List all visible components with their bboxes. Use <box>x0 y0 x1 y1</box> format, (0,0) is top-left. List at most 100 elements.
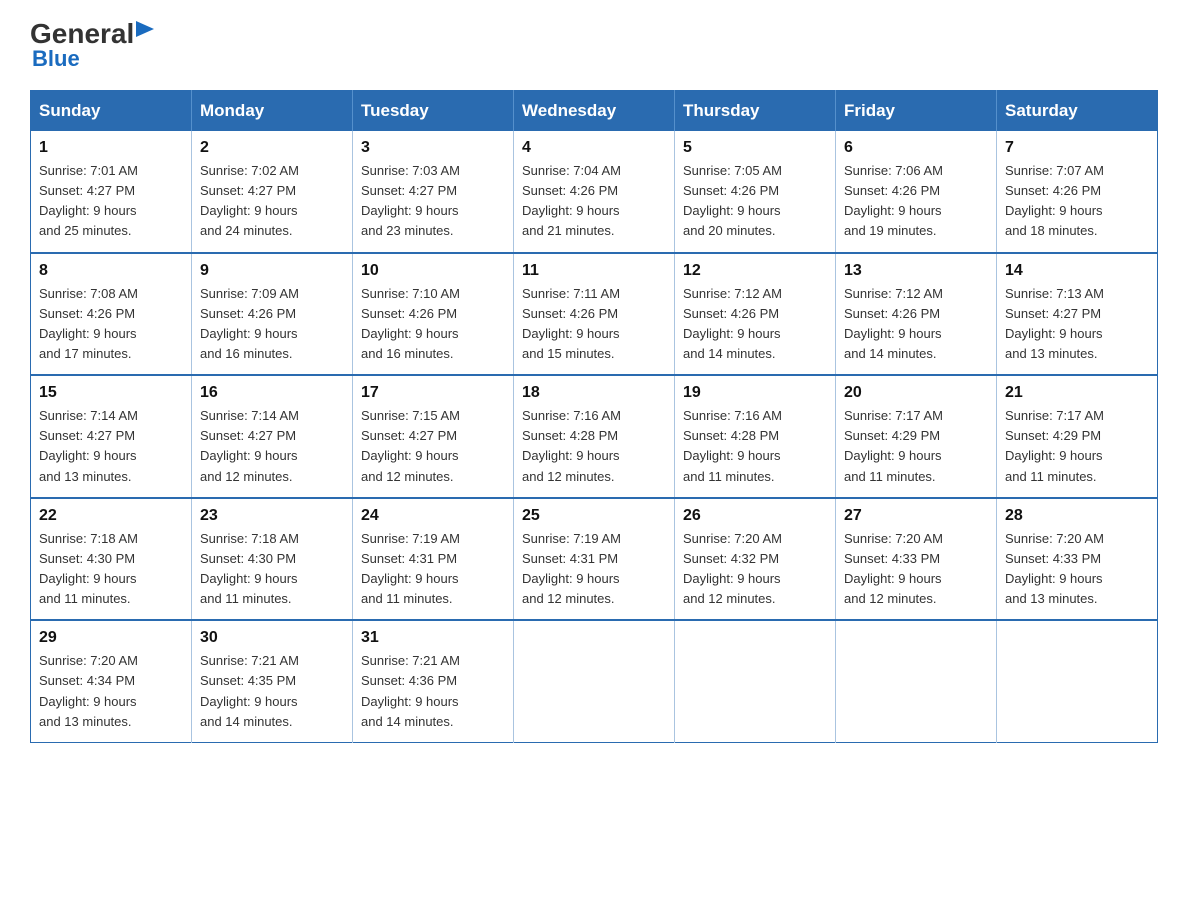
table-row: 19 Sunrise: 7:16 AM Sunset: 4:28 PM Dayli… <box>675 375 836 498</box>
table-row: 9Sunrise: 7:09 AM Sunset: 4:26 PM Daylig… <box>192 253 353 376</box>
day-number: 29 <box>39 629 183 647</box>
day-number: 9 <box>200 262 344 280</box>
day-info: Sunrise: 7:17 AM Sunset: 4:29 PM Dayligh… <box>1005 406 1149 487</box>
day-info: Sunrise: 7:19 AM Sunset: 4:31 PM Dayligh… <box>361 529 505 610</box>
day-info: Sunrise: 7:20 AM Sunset: 4:33 PM Dayligh… <box>1005 529 1149 610</box>
col-tuesday: Tuesday <box>353 91 514 132</box>
table-row: 15Sunrise: 7:14 AM Sunset: 4:27 PM Dayli… <box>31 375 192 498</box>
day-number: 16 <box>200 384 344 402</box>
col-wednesday: Wednesday <box>514 91 675 132</box>
table-row: 26 Sunrise: 7:20 AM Sunset: 4:32 PM Dayli… <box>675 498 836 621</box>
day-info: Sunrise: 7:11 AM Sunset: 4:26 PM Dayligh… <box>522 284 666 365</box>
day-number: 26 <box>683 507 827 525</box>
day-number: 27 <box>844 507 988 525</box>
table-row: 31 Sunrise: 7:21 AM Sunset: 4:36 PM Dayli… <box>353 620 514 742</box>
day-number: 3 <box>361 139 505 157</box>
day-number: 11 <box>522 262 666 280</box>
logo-text-blue: Blue <box>30 46 80 72</box>
day-info: Sunrise: 7:10 AM Sunset: 4:26 PM Dayligh… <box>361 284 505 365</box>
table-row: 23 Sunrise: 7:18 AM Sunset: 4:30 PM Dayli… <box>192 498 353 621</box>
day-info: Sunrise: 7:14 AM Sunset: 4:27 PM Dayligh… <box>200 406 344 487</box>
day-number: 18 <box>522 384 666 402</box>
day-number: 24 <box>361 507 505 525</box>
table-row: 21 Sunrise: 7:17 AM Sunset: 4:29 PM Dayli… <box>997 375 1158 498</box>
day-number: 7 <box>1005 139 1149 157</box>
day-number: 14 <box>1005 262 1149 280</box>
table-row <box>836 620 997 742</box>
day-number: 22 <box>39 507 183 525</box>
day-info: Sunrise: 7:17 AM Sunset: 4:29 PM Dayligh… <box>844 406 988 487</box>
col-sunday: Sunday <box>31 91 192 132</box>
table-row: 1 Sunrise: 7:01 AM Sunset: 4:27 PM Daylig… <box>31 131 192 253</box>
day-info: Sunrise: 7:07 AM Sunset: 4:26 PM Dayligh… <box>1005 161 1149 242</box>
day-number: 19 <box>683 384 827 402</box>
col-friday: Friday <box>836 91 997 132</box>
day-number: 17 <box>361 384 505 402</box>
day-number: 4 <box>522 139 666 157</box>
table-row: 5 Sunrise: 7:05 AM Sunset: 4:26 PM Daylig… <box>675 131 836 253</box>
day-number: 25 <box>522 507 666 525</box>
col-monday: Monday <box>192 91 353 132</box>
table-row: 18 Sunrise: 7:16 AM Sunset: 4:28 PM Dayli… <box>514 375 675 498</box>
day-number: 30 <box>200 629 344 647</box>
day-info: Sunrise: 7:16 AM Sunset: 4:28 PM Dayligh… <box>522 406 666 487</box>
day-number: 2 <box>200 139 344 157</box>
day-info: Sunrise: 7:05 AM Sunset: 4:26 PM Dayligh… <box>683 161 827 242</box>
logo-triangle-icon <box>136 21 158 43</box>
day-info: Sunrise: 7:20 AM Sunset: 4:34 PM Dayligh… <box>39 651 183 732</box>
table-row: 30 Sunrise: 7:21 AM Sunset: 4:35 PM Dayli… <box>192 620 353 742</box>
day-info: Sunrise: 7:21 AM Sunset: 4:35 PM Dayligh… <box>200 651 344 732</box>
table-row: 27 Sunrise: 7:20 AM Sunset: 4:33 PM Dayli… <box>836 498 997 621</box>
day-number: 1 <box>39 139 183 157</box>
table-row: 14Sunrise: 7:13 AM Sunset: 4:27 PM Dayli… <box>997 253 1158 376</box>
table-row <box>675 620 836 742</box>
day-number: 28 <box>1005 507 1149 525</box>
day-info: Sunrise: 7:18 AM Sunset: 4:30 PM Dayligh… <box>39 529 183 610</box>
calendar-week-row: 29 Sunrise: 7:20 AM Sunset: 4:34 PM Dayli… <box>31 620 1158 742</box>
table-row: 11 Sunrise: 7:11 AM Sunset: 4:26 PM Dayli… <box>514 253 675 376</box>
day-number: 5 <box>683 139 827 157</box>
table-row: 22 Sunrise: 7:18 AM Sunset: 4:30 PM Dayli… <box>31 498 192 621</box>
table-row: 2 Sunrise: 7:02 AM Sunset: 4:27 PM Daylig… <box>192 131 353 253</box>
day-info: Sunrise: 7:19 AM Sunset: 4:31 PM Dayligh… <box>522 529 666 610</box>
day-number: 31 <box>361 629 505 647</box>
table-row: 10 Sunrise: 7:10 AM Sunset: 4:26 PM Dayli… <box>353 253 514 376</box>
day-number: 10 <box>361 262 505 280</box>
day-info: Sunrise: 7:06 AM Sunset: 4:26 PM Dayligh… <box>844 161 988 242</box>
day-number: 23 <box>200 507 344 525</box>
day-info: Sunrise: 7:01 AM Sunset: 4:27 PM Dayligh… <box>39 161 183 242</box>
table-row: 20Sunrise: 7:17 AM Sunset: 4:29 PM Dayli… <box>836 375 997 498</box>
day-info: Sunrise: 7:20 AM Sunset: 4:32 PM Dayligh… <box>683 529 827 610</box>
calendar-week-row: 15Sunrise: 7:14 AM Sunset: 4:27 PM Dayli… <box>31 375 1158 498</box>
table-row: 12 Sunrise: 7:12 AM Sunset: 4:26 PM Dayli… <box>675 253 836 376</box>
table-row <box>514 620 675 742</box>
table-row: 3Sunrise: 7:03 AM Sunset: 4:27 PM Daylig… <box>353 131 514 253</box>
col-thursday: Thursday <box>675 91 836 132</box>
logo-text-general: General <box>30 20 134 48</box>
table-row: 16 Sunrise: 7:14 AM Sunset: 4:27 PM Dayli… <box>192 375 353 498</box>
day-info: Sunrise: 7:16 AM Sunset: 4:28 PM Dayligh… <box>683 406 827 487</box>
day-number: 6 <box>844 139 988 157</box>
day-number: 8 <box>39 262 183 280</box>
day-info: Sunrise: 7:02 AM Sunset: 4:27 PM Dayligh… <box>200 161 344 242</box>
table-row: 6 Sunrise: 7:06 AM Sunset: 4:26 PM Daylig… <box>836 131 997 253</box>
day-info: Sunrise: 7:18 AM Sunset: 4:30 PM Dayligh… <box>200 529 344 610</box>
calendar-header-row: Sunday Monday Tuesday Wednesday Thursday… <box>31 91 1158 132</box>
table-row: 24 Sunrise: 7:19 AM Sunset: 4:31 PM Dayli… <box>353 498 514 621</box>
calendar-week-row: 1 Sunrise: 7:01 AM Sunset: 4:27 PM Daylig… <box>31 131 1158 253</box>
day-number: 21 <box>1005 384 1149 402</box>
table-row: 8 Sunrise: 7:08 AM Sunset: 4:26 PM Daylig… <box>31 253 192 376</box>
day-info: Sunrise: 7:12 AM Sunset: 4:26 PM Dayligh… <box>683 284 827 365</box>
day-info: Sunrise: 7:08 AM Sunset: 4:26 PM Dayligh… <box>39 284 183 365</box>
day-info: Sunrise: 7:04 AM Sunset: 4:26 PM Dayligh… <box>522 161 666 242</box>
table-row: 13 Sunrise: 7:12 AM Sunset: 4:26 PM Dayli… <box>836 253 997 376</box>
day-number: 13 <box>844 262 988 280</box>
table-row: 25 Sunrise: 7:19 AM Sunset: 4:31 PM Dayli… <box>514 498 675 621</box>
day-number: 12 <box>683 262 827 280</box>
day-info: Sunrise: 7:12 AM Sunset: 4:26 PM Dayligh… <box>844 284 988 365</box>
day-info: Sunrise: 7:20 AM Sunset: 4:33 PM Dayligh… <box>844 529 988 610</box>
col-saturday: Saturday <box>997 91 1158 132</box>
day-info: Sunrise: 7:21 AM Sunset: 4:36 PM Dayligh… <box>361 651 505 732</box>
table-row: 17Sunrise: 7:15 AM Sunset: 4:27 PM Dayli… <box>353 375 514 498</box>
calendar-week-row: 8 Sunrise: 7:08 AM Sunset: 4:26 PM Daylig… <box>31 253 1158 376</box>
